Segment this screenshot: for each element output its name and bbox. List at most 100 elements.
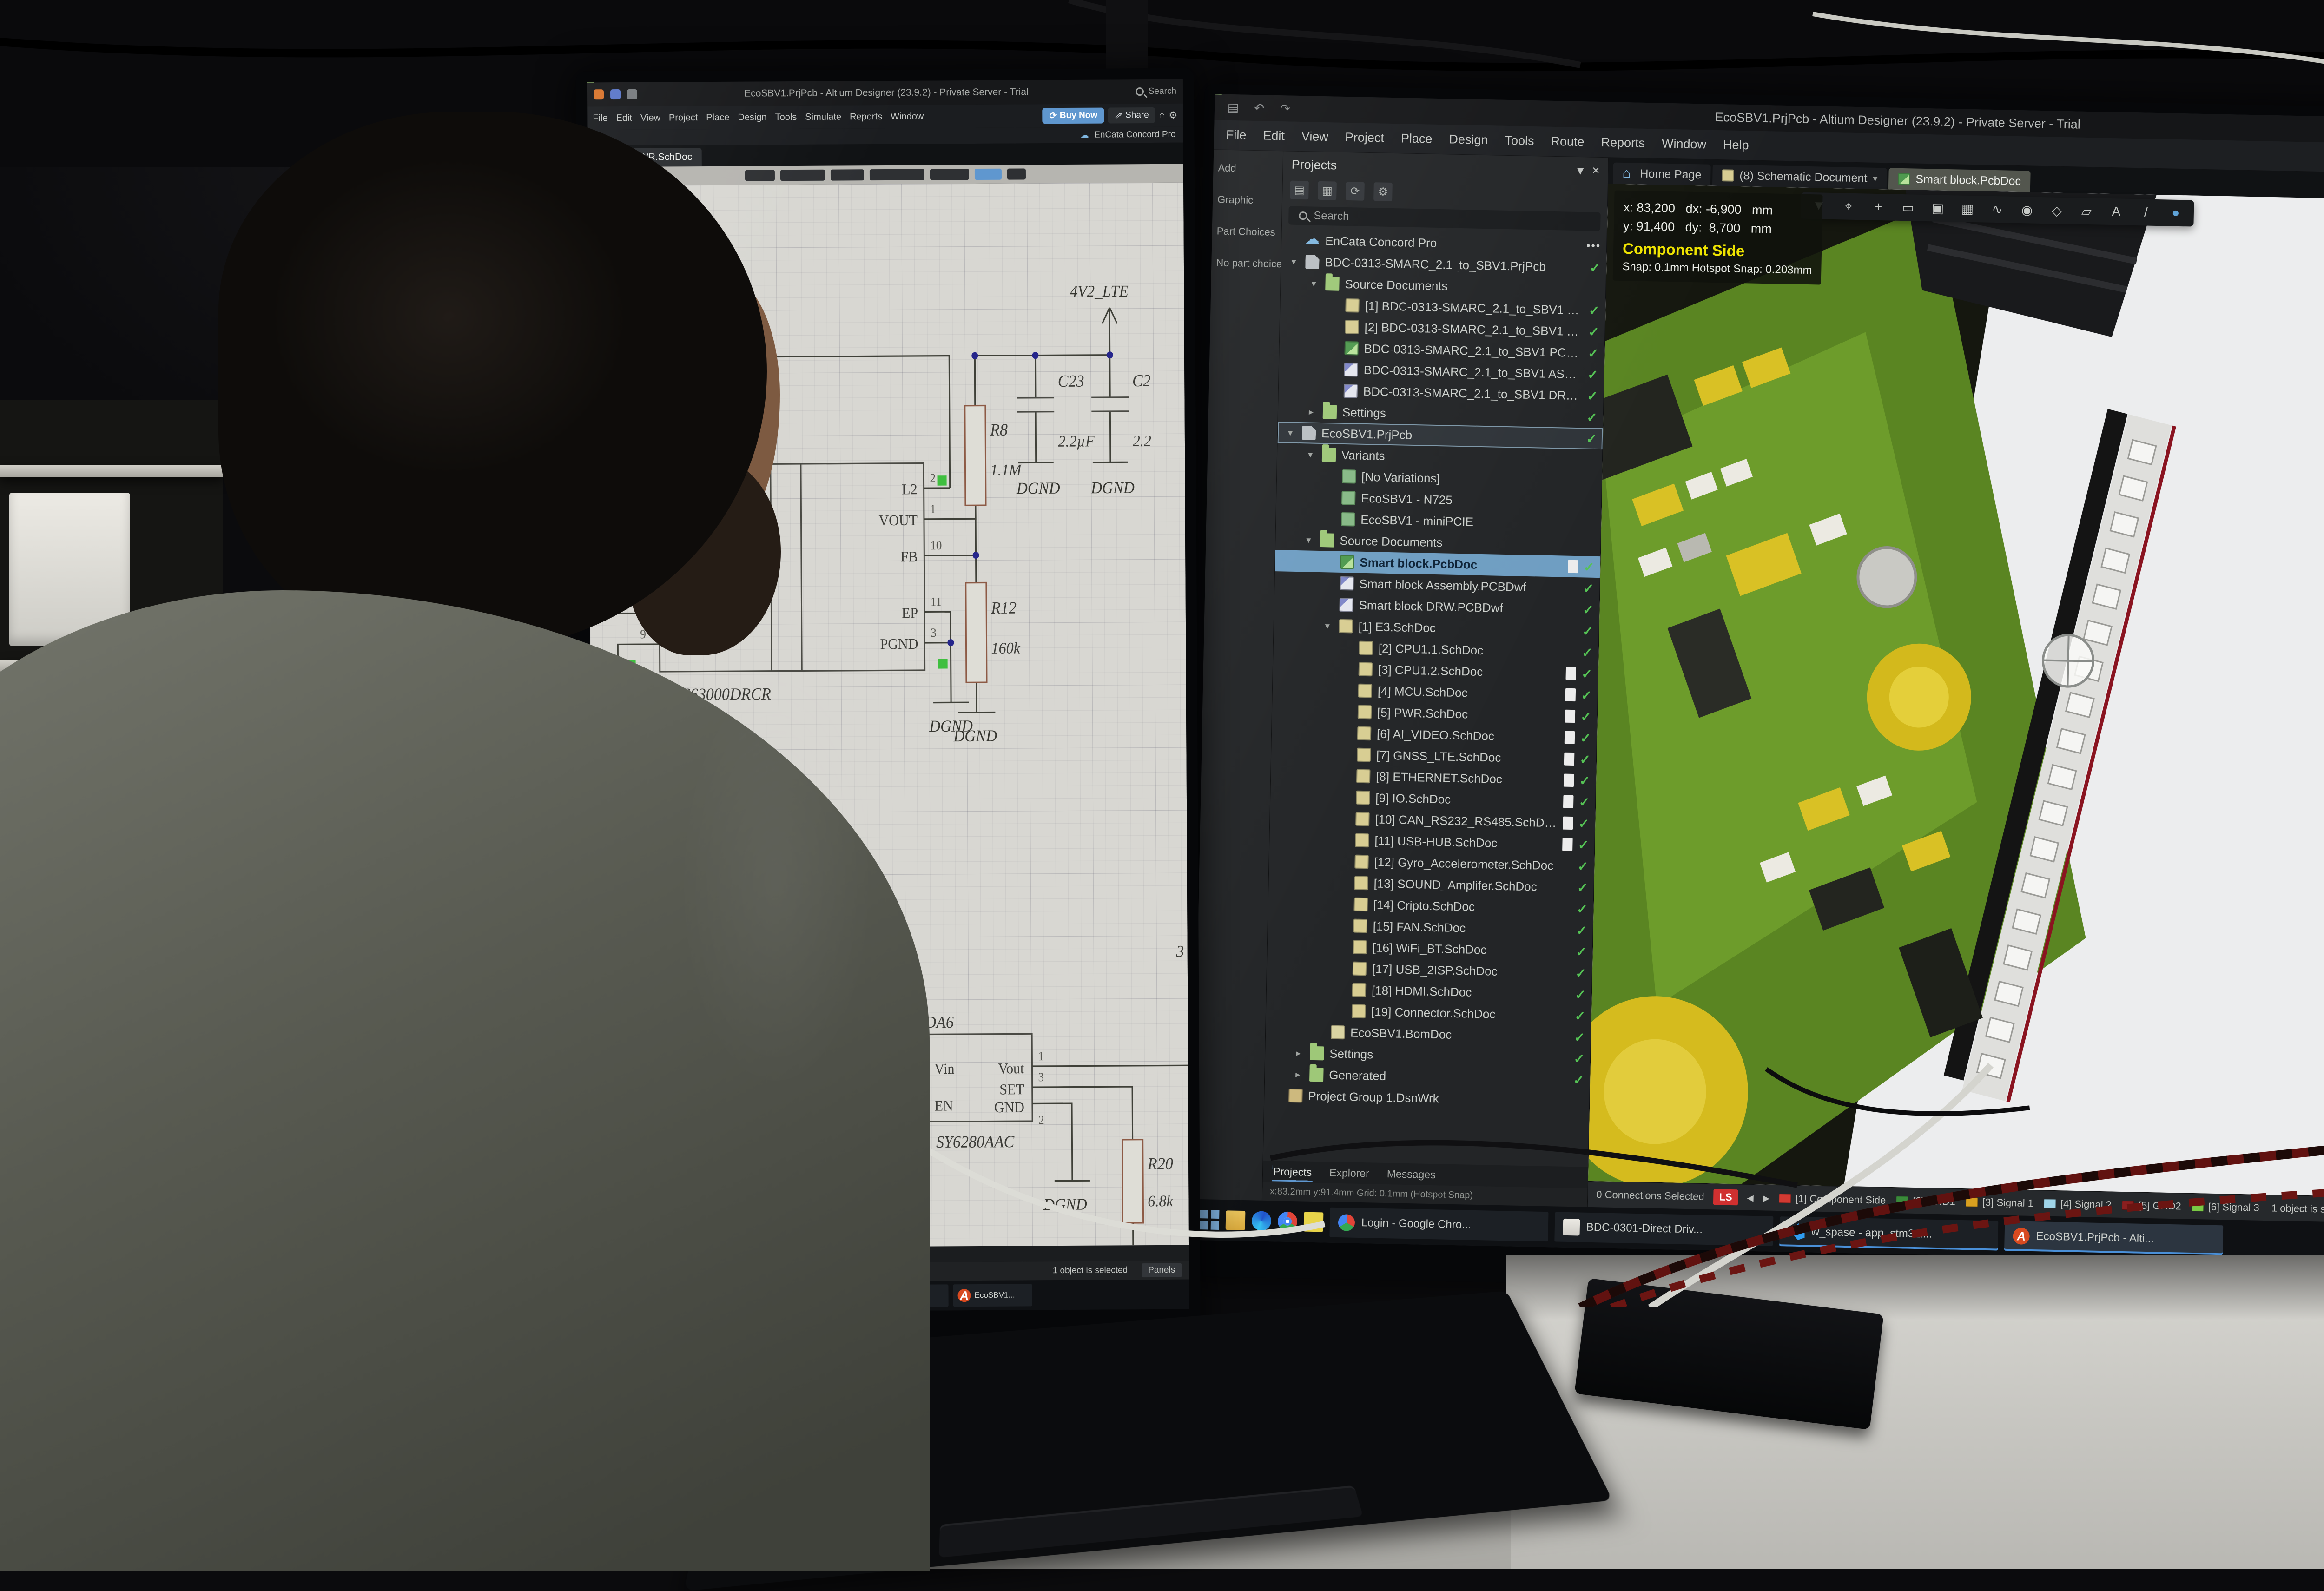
panel-tab[interactable]: Explorer bbox=[1328, 1164, 1370, 1182]
document-tab[interactable]: Smart block.PcbDoc ▾ bbox=[1888, 168, 2030, 192]
val-r8[interactable]: 1.1M bbox=[990, 461, 1023, 479]
buy-now-button[interactable]: Buy Now bbox=[1042, 108, 1104, 124]
taskbar-app-button[interactable]: Login - Google Chro... bbox=[1329, 1208, 1548, 1241]
menu-item[interactable]: Project bbox=[669, 112, 698, 123]
route-icon[interactable] bbox=[1989, 202, 2006, 218]
pcb-3d-viewport[interactable]: x: 83,200 dx: -6,900 mm y: 91,400 dy: 8,… bbox=[1588, 184, 2324, 1196]
layer-tab[interactable]: [4] Signal 2 bbox=[2044, 1197, 2112, 1211]
string-icon[interactable] bbox=[2108, 204, 2125, 220]
more-options-icon[interactable] bbox=[1586, 239, 1601, 253]
tree-expand-icon[interactable]: ▾ bbox=[1307, 277, 1320, 290]
tree-expand-icon[interactable] bbox=[1335, 968, 1347, 969]
tree-expand-icon[interactable] bbox=[1336, 925, 1348, 926]
document-tab[interactable]: Home Page ▾ bbox=[1613, 163, 1711, 186]
tree-expand-icon[interactable] bbox=[1288, 240, 1300, 241]
tree-expand-icon[interactable] bbox=[1337, 861, 1349, 862]
menu-item[interactable]: Tools bbox=[775, 112, 797, 123]
tree-expand-icon[interactable] bbox=[1326, 390, 1338, 391]
net-label-4v2-lte[interactable]: 4V2_LTE bbox=[1070, 282, 1129, 301]
menu-item[interactable]: Place bbox=[706, 112, 729, 123]
via-icon[interactable] bbox=[2019, 202, 2035, 218]
tree-expand-icon[interactable] bbox=[1338, 797, 1350, 798]
tree-expand-icon[interactable] bbox=[1271, 1095, 1283, 1096]
tree-expand-icon[interactable]: ▸ bbox=[1292, 1047, 1304, 1059]
part-sy6280[interactable]: SY6280AAC bbox=[936, 1132, 1015, 1151]
menu-item[interactable]: Tools bbox=[1505, 133, 1534, 148]
val-r12[interactable]: 160k bbox=[991, 640, 1021, 658]
chevron-down-icon[interactable] bbox=[1577, 162, 1584, 178]
sheet-chip[interactable] bbox=[930, 169, 969, 180]
panel-close-icon[interactable] bbox=[1592, 163, 1600, 178]
tree-expand-icon[interactable]: ▾ bbox=[1287, 256, 1300, 268]
tree-expand-icon[interactable] bbox=[1327, 326, 1340, 327]
compile-icon[interactable] bbox=[1290, 181, 1309, 200]
tree-expand-icon[interactable] bbox=[1324, 497, 1336, 498]
select-rect-icon[interactable] bbox=[1900, 200, 1916, 216]
menu-item[interactable]: View bbox=[640, 112, 660, 123]
tree-expand-icon[interactable] bbox=[1322, 604, 1334, 605]
settings-icon[interactable] bbox=[627, 89, 637, 99]
tree-expand-icon[interactable] bbox=[1340, 690, 1353, 691]
menu-item[interactable]: File bbox=[1226, 128, 1247, 143]
document-tab[interactable]: (8) Schematic Document ▾ bbox=[1712, 165, 1887, 190]
layer-set-button[interactable]: LS bbox=[1713, 1189, 1738, 1205]
pcb-3d-render[interactable] bbox=[1588, 184, 2324, 1196]
menu-item[interactable]: Reports bbox=[850, 112, 882, 122]
layer-tab[interactable]: [6] Signal 3 bbox=[2191, 1200, 2259, 1214]
menu-item[interactable]: Place bbox=[1401, 131, 1433, 146]
refresh-icon[interactable] bbox=[1346, 182, 1365, 201]
search-button[interactable]: Search bbox=[1136, 86, 1176, 97]
tree-expand-icon[interactable]: ▾ bbox=[1304, 449, 1316, 461]
taskbar-app-button[interactable]: BDC-0301-Direct Driv... bbox=[1554, 1212, 1773, 1246]
taskbar-app-button[interactable]: w_spase - app_stm32l... bbox=[1779, 1216, 1998, 1250]
start-button[interactable] bbox=[1200, 1210, 1220, 1230]
undo-icon[interactable] bbox=[1250, 100, 1269, 115]
tree-expand-icon[interactable] bbox=[1323, 561, 1335, 562]
menu-item[interactable]: Simulate bbox=[805, 112, 841, 122]
chrome-icon[interactable] bbox=[1278, 1211, 1298, 1231]
sheet-chip[interactable] bbox=[1007, 168, 1026, 179]
taskbar-app-button[interactable]: EcoSBV1... bbox=[953, 1284, 1032, 1307]
menu-item[interactable]: Route bbox=[1551, 134, 1585, 149]
menu-item[interactable]: Design bbox=[1449, 132, 1488, 147]
menu-item[interactable]: Edit bbox=[616, 112, 632, 123]
sheet-chip[interactable] bbox=[780, 170, 825, 181]
panel-settings-icon[interactable] bbox=[1373, 182, 1393, 201]
3d-sphere-icon[interactable] bbox=[2168, 205, 2184, 221]
line-icon[interactable] bbox=[2138, 205, 2154, 220]
layer-tab[interactable]: [3] Signal 1 bbox=[1966, 1196, 2034, 1209]
menu-item[interactable]: Help bbox=[1723, 138, 1749, 152]
ref-r20[interactable]: R20 bbox=[1147, 1155, 1173, 1174]
polygon-icon[interactable] bbox=[2079, 204, 2095, 219]
taskbar-app-button[interactable]: EcoSBV1.PrjPcb - Alti... bbox=[2004, 1221, 2223, 1255]
edge-icon[interactable] bbox=[1252, 1211, 1272, 1231]
menu-item[interactable]: Design bbox=[738, 112, 766, 123]
workspace-account[interactable]: EnCata Concord Pro bbox=[1080, 129, 1175, 140]
tree-expand-icon[interactable]: ▾ bbox=[1302, 534, 1314, 546]
component-icon[interactable] bbox=[1960, 201, 1976, 217]
menu-item[interactable]: Project bbox=[1345, 130, 1385, 145]
tree-expand-icon[interactable] bbox=[1341, 647, 1353, 648]
save-icon[interactable] bbox=[1224, 100, 1243, 115]
redo-icon[interactable] bbox=[1276, 101, 1295, 116]
scroll-left-icon[interactable] bbox=[1747, 1190, 1754, 1205]
ref-r12[interactable]: R12 bbox=[990, 599, 1017, 618]
pad-icon[interactable] bbox=[2049, 203, 2065, 218]
layer-tab[interactable]: [2] GND1 bbox=[1896, 1195, 1955, 1208]
tree-expand-icon[interactable]: ▾ bbox=[1321, 620, 1333, 632]
gear-icon[interactable] bbox=[1169, 109, 1177, 121]
sliver-item[interactable]: Graphic bbox=[1217, 193, 1277, 207]
panel-tab[interactable]: Messages bbox=[1386, 1166, 1437, 1183]
sliver-item[interactable]: No part choices found bbox=[1216, 257, 1276, 270]
sliver-item[interactable]: Part Choices bbox=[1216, 225, 1276, 238]
menu-item[interactable]: View bbox=[1301, 129, 1329, 144]
sheet-chip[interactable] bbox=[870, 169, 924, 181]
ref-c24-clipped[interactable]: C2 bbox=[1132, 371, 1151, 390]
sheet-chip[interactable] bbox=[745, 170, 775, 181]
tree-expand-icon[interactable] bbox=[1339, 754, 1351, 755]
tree-expand-icon[interactable]: ▸ bbox=[1305, 406, 1317, 418]
panels-button[interactable]: Panels bbox=[1142, 1263, 1182, 1277]
home-icon[interactable] bbox=[1159, 110, 1165, 121]
sliver-item[interactable]: Add bbox=[1218, 162, 1278, 175]
layer-tab[interactable]: [5] GND2 bbox=[2122, 1199, 2181, 1212]
